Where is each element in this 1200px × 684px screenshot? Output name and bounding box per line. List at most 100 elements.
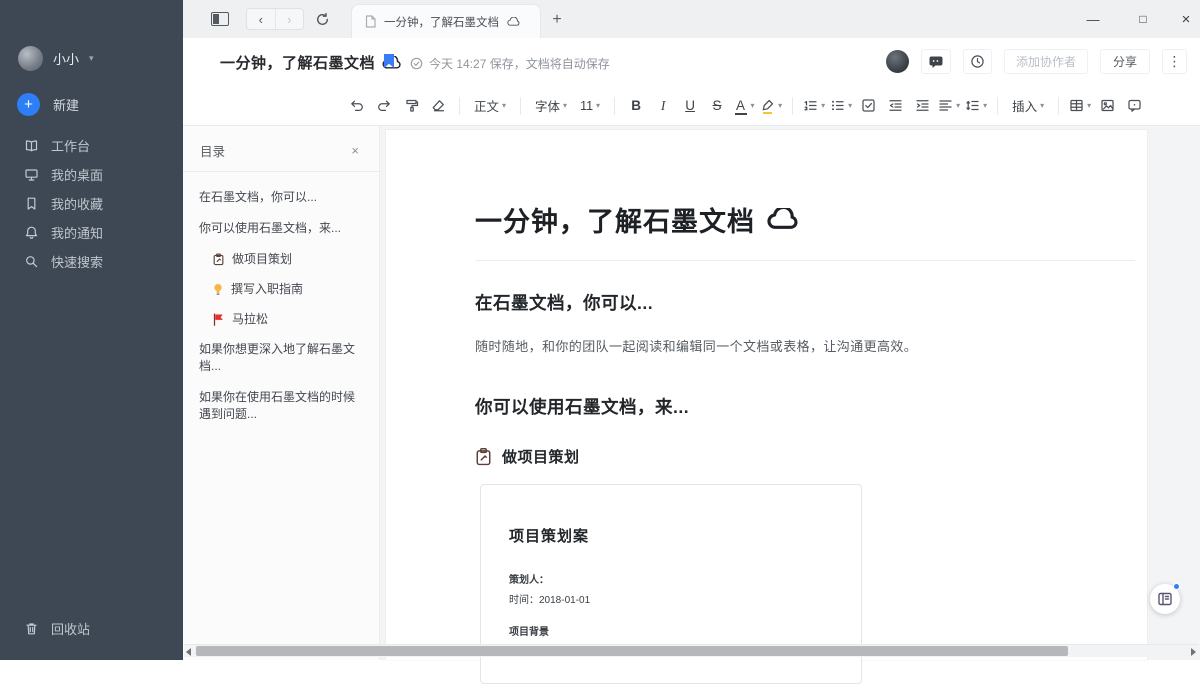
- document-title: 一分钟，了解石墨文档: [220, 55, 376, 72]
- paragraph-style-dropdown[interactable]: 正文 ▾: [470, 94, 510, 118]
- chevron-down-icon: ▾: [778, 101, 783, 110]
- tab-active-document[interactable]: 一分钟，了解石墨文档: [352, 5, 540, 38]
- save-status: 今天 14:27 保存，文档将自动保存: [410, 55, 610, 72]
- clipboard-icon: [475, 447, 492, 466]
- header-actions: 添加协作者 分享 ⋮: [885, 49, 1187, 74]
- comment-button[interactable]: [1123, 94, 1145, 118]
- more-menu-button[interactable]: ⋮: [1162, 49, 1187, 74]
- document-page[interactable]: 一分钟，了解石墨文档 在石墨文档，你可以... 随时随地，和你的团队一起阅读和编…: [386, 130, 1147, 684]
- notification-dot: [1173, 583, 1180, 590]
- font-size-dropdown[interactable]: 11 ▾: [576, 94, 604, 118]
- notifications-icon: [24, 225, 39, 240]
- highlight-color-dropdown[interactable]: ▾: [760, 94, 782, 118]
- bold-button[interactable]: B: [625, 94, 647, 118]
- insert-dropdown[interactable]: 插入 ▾: [1008, 94, 1048, 118]
- align-dropdown[interactable]: ▾: [938, 94, 960, 118]
- scrollbar-thumb[interactable]: [196, 646, 1068, 656]
- horizontal-scrollbar[interactable]: [184, 644, 1198, 657]
- card-section-label: 项目背景: [509, 627, 549, 638]
- window-close-button[interactable]: ×: [1171, 0, 1200, 38]
- sidebar-toggle-icon[interactable]: [211, 12, 229, 26]
- clear-format-button[interactable]: [427, 94, 449, 118]
- sidebar-item-favorites[interactable]: 我的收藏: [0, 189, 183, 218]
- outline-item[interactable]: 你可以使用石墨文档，来...: [199, 220, 355, 237]
- chevron-down-icon: ▾: [89, 53, 94, 63]
- outline-item[interactable]: 撰写入职指南: [199, 281, 355, 298]
- collaborator-avatar[interactable]: [885, 50, 909, 73]
- flag-icon: [212, 313, 225, 326]
- chevron-down-icon: ▾: [821, 101, 826, 110]
- outdent-icon: [888, 100, 902, 111]
- notebook-icon: [1158, 592, 1172, 606]
- app-sidebar: 小小 ▾ + 新建 工作台 我的桌面 我的收藏 我的通知 快速搜索 回收站: [0, 0, 183, 660]
- card-field-value: 时间：2018-01-01: [509, 595, 591, 606]
- save-status-text: 今天 14:27 保存，文档将自动保存: [429, 57, 610, 71]
- toolbar-divider: [792, 96, 794, 115]
- table-icon: [1070, 99, 1083, 112]
- history-nav: ‹ ›: [246, 8, 304, 30]
- sidebar-item-label: 快速搜索: [51, 255, 104, 270]
- close-icon[interactable]: ×: [351, 143, 359, 158]
- outdent-button[interactable]: [884, 94, 906, 118]
- outline-header: 目录 ×: [183, 126, 379, 172]
- task-list-button[interactable]: [857, 94, 879, 118]
- add-collaborator-button[interactable]: 添加协作者: [1003, 49, 1088, 74]
- bullet-list-dropdown[interactable]: ▾: [830, 94, 852, 118]
- chevron-down-icon: ▾: [956, 101, 961, 110]
- user-account-menu[interactable]: 小小 ▾: [18, 46, 94, 71]
- outline-item[interactable]: 如果你在使用石墨文档的时候遇到问题...: [199, 389, 355, 423]
- cloud-icon: [767, 208, 801, 231]
- format-painter-button[interactable]: [400, 94, 422, 118]
- history-button[interactable]: [962, 49, 992, 74]
- document-icon: [365, 15, 376, 28]
- help-announcement-button[interactable]: [1150, 583, 1180, 614]
- forward-button[interactable]: ›: [276, 9, 304, 29]
- new-tab-button[interactable]: +: [546, 9, 568, 31]
- section-paragraph: 随时随地，和你的团队一起阅读和编辑同一个文档或表格，让沟通更高效。: [475, 339, 918, 354]
- history-clock-icon: [971, 55, 984, 68]
- comments-button[interactable]: [920, 49, 951, 74]
- scroll-right-arrow-icon[interactable]: [1191, 648, 1196, 656]
- favorites-icon: [24, 196, 39, 211]
- text-color-dropdown[interactable]: A ▾: [733, 94, 755, 118]
- scroll-left-arrow-icon[interactable]: [186, 648, 191, 656]
- ordered-list-dropdown[interactable]: ▾: [803, 94, 825, 118]
- chat-icon: [929, 56, 943, 68]
- new-doc-button[interactable]: + 新建: [17, 93, 79, 116]
- chevron-down-icon: ▾: [502, 101, 507, 110]
- new-doc-label: 新建: [53, 98, 80, 113]
- share-button[interactable]: 分享: [1099, 49, 1150, 74]
- insert-image-button[interactable]: [1096, 94, 1118, 118]
- checkbox-icon: [861, 99, 875, 112]
- font-family-dropdown[interactable]: 字体 ▾: [531, 94, 571, 118]
- line-spacing-icon: [966, 100, 979, 111]
- insert-table-dropdown[interactable]: ▾: [1069, 94, 1091, 118]
- undo-button[interactable]: [346, 94, 368, 118]
- sidebar-item-notifications[interactable]: 我的通知: [0, 218, 183, 247]
- indent-icon: [915, 100, 929, 111]
- indent-button[interactable]: [911, 94, 933, 118]
- redo-button[interactable]: [373, 94, 395, 118]
- back-button[interactable]: ‹: [247, 9, 276, 29]
- document-h1-row: 一分钟，了解石墨文档: [475, 200, 1135, 239]
- sidebar-item-desktop[interactable]: 我的桌面: [0, 160, 183, 189]
- line-spacing-dropdown[interactable]: ▾: [965, 94, 987, 118]
- sidebar-item-trash[interactable]: 回收站: [0, 614, 183, 643]
- sidebar-item-search[interactable]: 快速搜索: [0, 247, 183, 276]
- toolbar-divider: [1058, 96, 1060, 115]
- outline-item[interactable]: 做项目策划: [199, 251, 355, 268]
- outline-item[interactable]: 如果你想更深入地了解石墨文档...: [199, 341, 355, 375]
- window-maximize-button[interactable]: □: [1128, 0, 1158, 38]
- outline-item[interactable]: 在石墨文档，你可以...: [199, 189, 355, 206]
- chevron-down-icon: ▾: [848, 101, 853, 110]
- sidebar-item-workbench[interactable]: 工作台: [0, 131, 183, 160]
- toolbar-divider: [997, 96, 999, 115]
- format-painter-icon: [405, 99, 418, 112]
- refresh-button[interactable]: [311, 8, 333, 30]
- outline-item[interactable]: 马拉松: [199, 311, 355, 328]
- window-minimize-button[interactable]: —: [1078, 0, 1108, 38]
- sidebar-item-label: 我的桌面: [51, 168, 104, 183]
- underline-button[interactable]: U: [679, 94, 701, 118]
- strikethrough-button[interactable]: S: [706, 94, 728, 118]
- italic-button[interactable]: I: [652, 94, 674, 118]
